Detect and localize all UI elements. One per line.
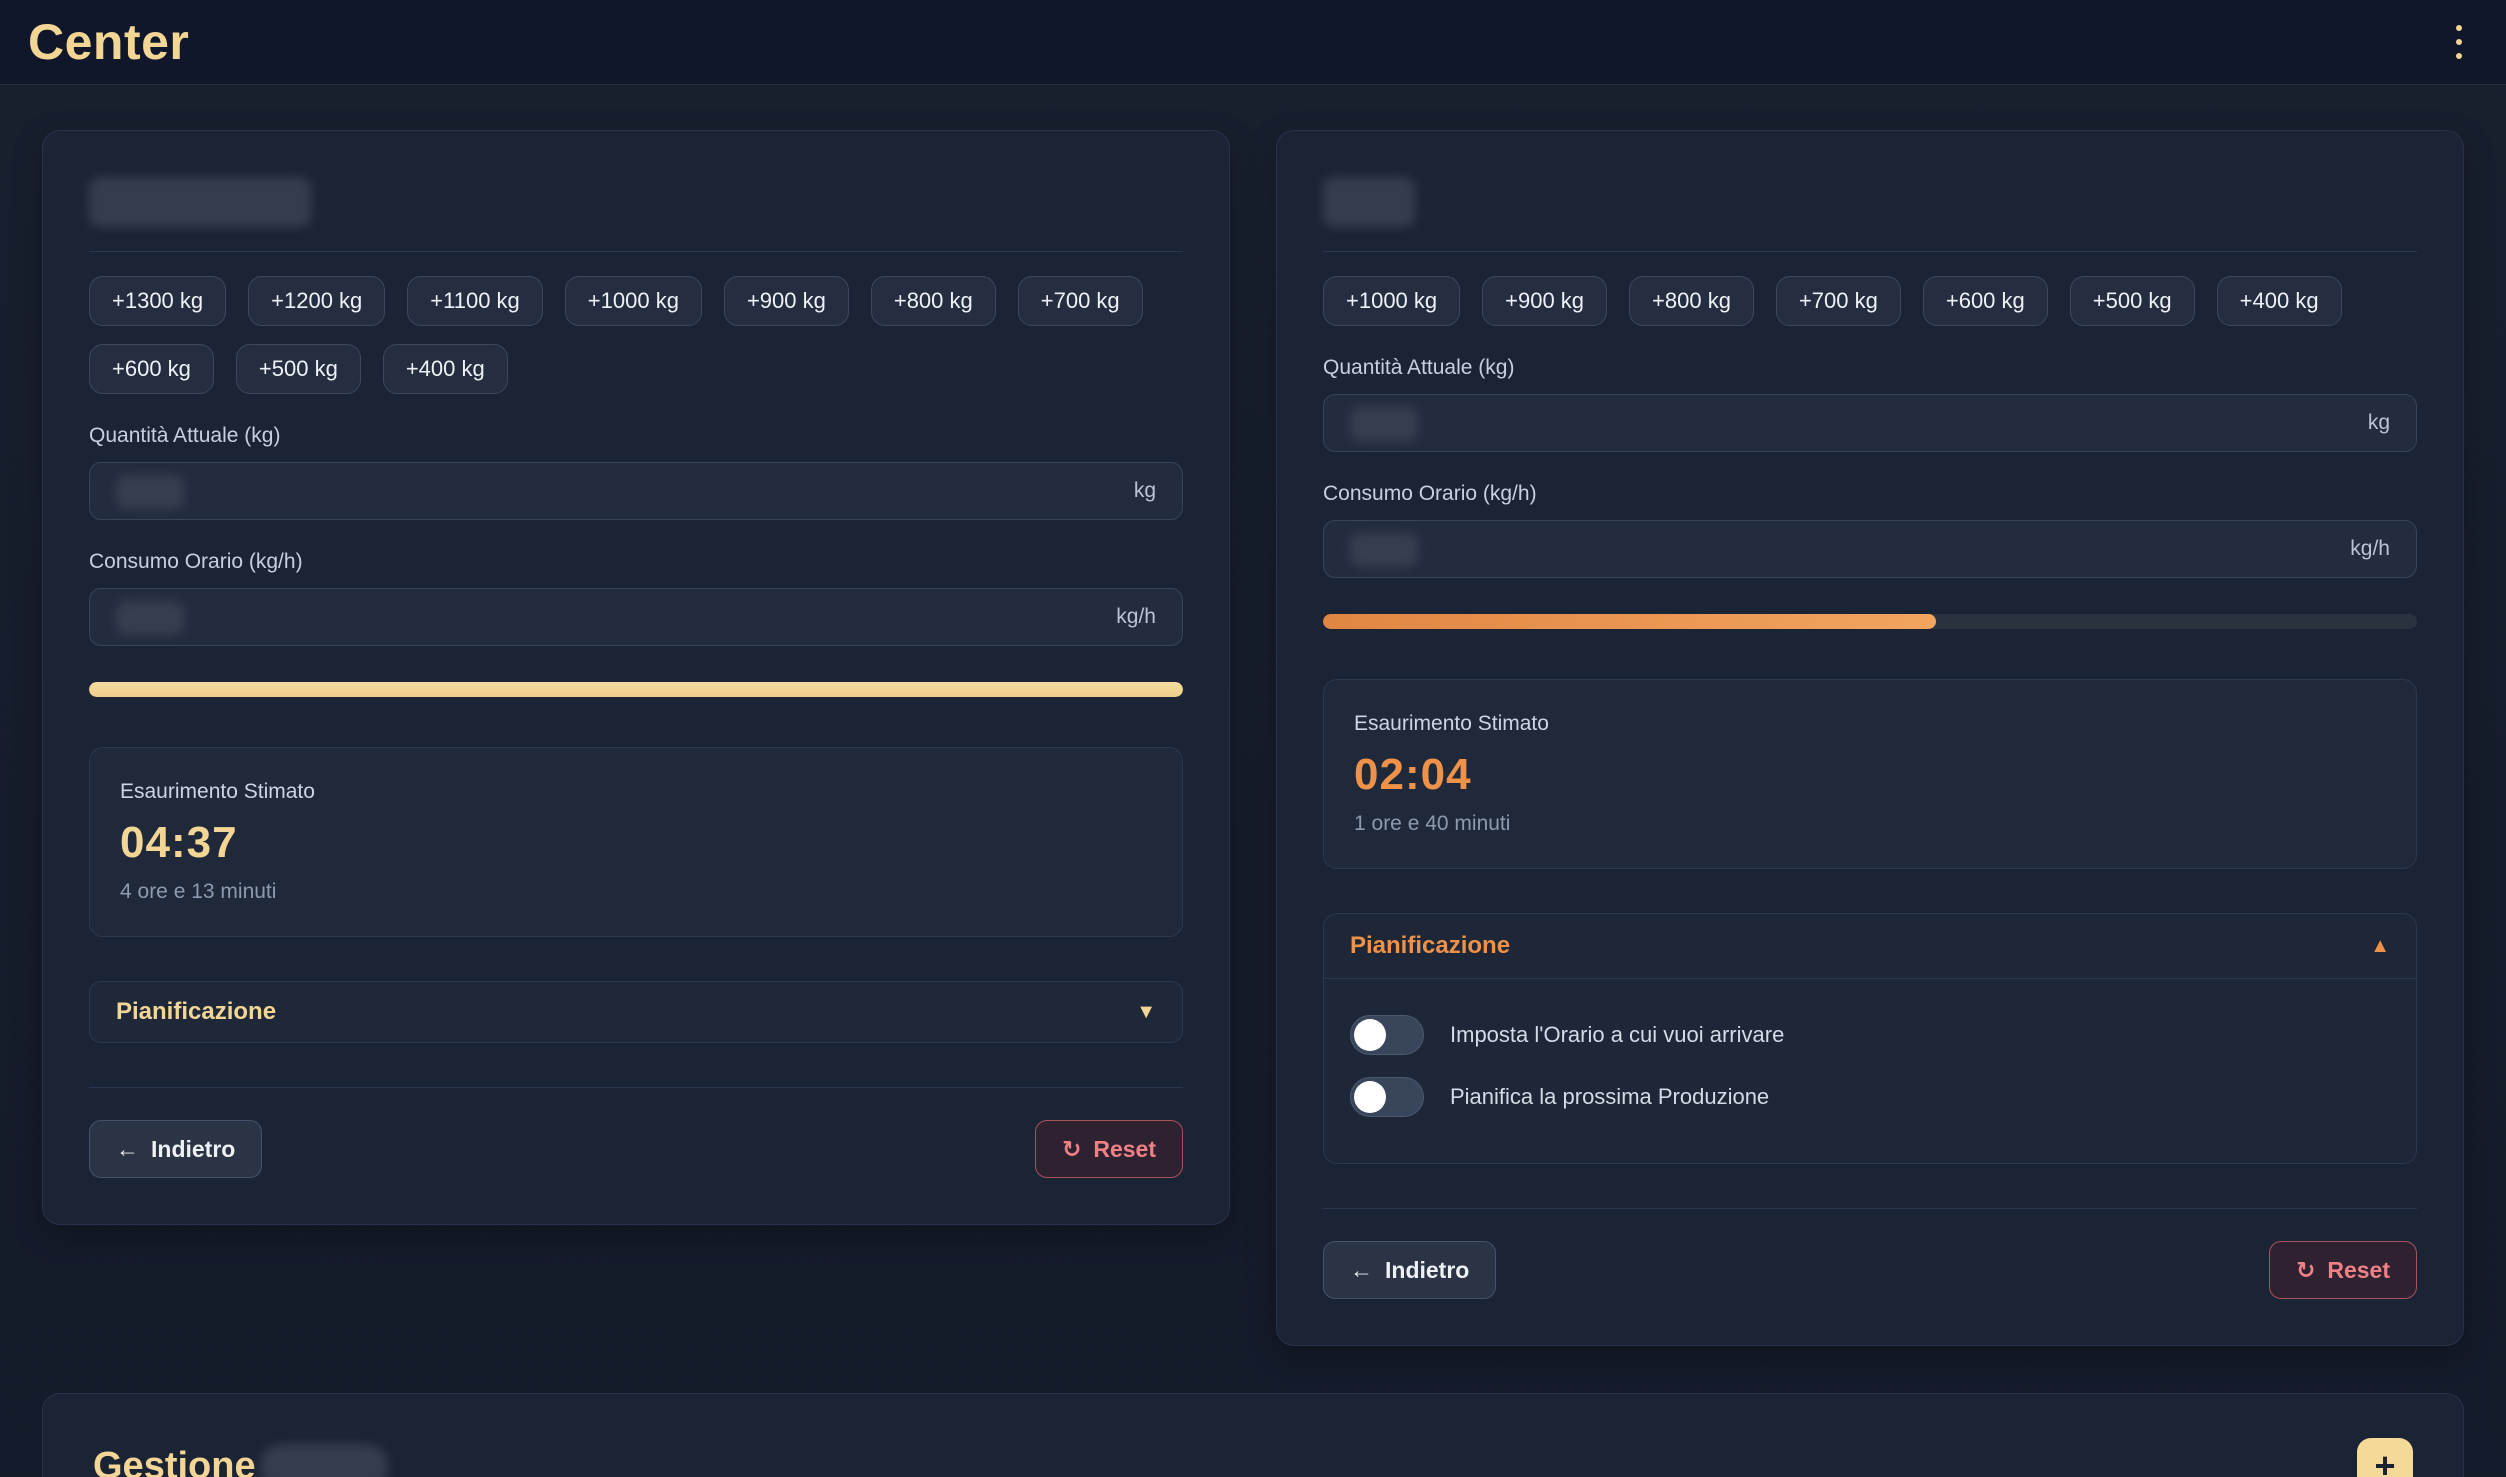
consumption-label: Consumo Orario (kg/h): [1323, 482, 2417, 506]
next-production-toggle[interactable]: [1350, 1077, 1424, 1117]
divider: [1323, 251, 2417, 252]
quick-add-button[interactable]: +700 kg: [1018, 276, 1143, 326]
quick-add-chips: +1000 kg +900 kg +800 kg +700 kg +600 kg +500…: [1323, 276, 2417, 326]
toggle-row: Imposta l'Orario a cui vuoi arrivare: [1350, 1015, 2390, 1055]
add-item-button[interactable]: +: [2357, 1438, 2413, 1477]
quick-add-button[interactable]: +400 kg: [383, 344, 508, 394]
divider: [89, 251, 1183, 252]
management-title: Gestione: [93, 1445, 256, 1477]
chevron-down-icon: ▼: [1136, 1001, 1156, 1024]
card-footer: ← Indietro ↻ Reset: [1323, 1241, 2417, 1299]
quick-add-button[interactable]: +500 kg: [236, 344, 361, 394]
depletion-duration: 1 ore e 40 minuti: [1354, 812, 2386, 836]
depletion-label: Esaurimento Stimato: [120, 780, 1152, 804]
page-title: Center: [28, 13, 189, 71]
quantity-label: Quantità Attuale (kg): [89, 424, 1183, 448]
quantity-label: Quantità Attuale (kg): [1323, 356, 2417, 380]
quantity-unit: kg: [1134, 479, 1156, 503]
back-button[interactable]: ← Indietro: [1323, 1241, 1496, 1299]
back-arrow-icon: ←: [116, 1136, 139, 1163]
reset-button[interactable]: ↻ Reset: [2269, 1241, 2417, 1299]
planning-title: Pianificazione: [116, 998, 276, 1026]
quick-add-button[interactable]: +1200 kg: [248, 276, 385, 326]
depletion-panel: Esaurimento Stimato 04:37 4 ore e 13 min…: [89, 747, 1183, 937]
redacted-card-title: [1323, 177, 1415, 227]
back-arrow-icon: ←: [1350, 1257, 1373, 1284]
quick-add-button[interactable]: +800 kg: [1629, 276, 1754, 326]
redacted-management-title-suffix: [260, 1444, 388, 1477]
depletion-time: 02:04: [1354, 750, 2386, 800]
app-header: Center: [0, 0, 2506, 85]
consumption-unit: kg/h: [2350, 537, 2390, 561]
consumption-input[interactable]: kg/h: [1323, 520, 2417, 578]
quick-add-button[interactable]: +900 kg: [1482, 276, 1607, 326]
management-header: Gestione +: [93, 1438, 2413, 1477]
consumption-label: Consumo Orario (kg/h): [89, 550, 1183, 574]
main-content: +1300 kg+1200 kg+1100 kg+1000 kg+900 kg+…: [0, 85, 2506, 1346]
quick-add-button[interactable]: +1000 kg: [565, 276, 702, 326]
quick-add-button[interactable]: +1100 kg: [407, 276, 543, 326]
planning-title: Pianificazione: [1350, 932, 1510, 960]
level-progress-fill: [89, 682, 1183, 697]
management-section: Gestione +: [42, 1393, 2464, 1477]
target-time-toggle[interactable]: [1350, 1015, 1424, 1055]
planning-accordion-collapsed[interactable]: Pianificazione ▼: [89, 981, 1183, 1043]
silo-card-left: +1300 kg +1200 kg +1100 kg +1000 kg +900 kg +…: [42, 130, 1230, 1225]
card-footer: ← Indietro ↻ Reset: [89, 1120, 1183, 1178]
back-label: Indietro: [151, 1136, 235, 1163]
reset-button[interactable]: ↻ Reset: [1035, 1120, 1183, 1178]
quick-add-button[interactable]: +1000 kg: [1323, 276, 1460, 326]
reset-label: Reset: [1093, 1136, 1156, 1163]
quantity-unit: kg: [2368, 411, 2390, 435]
depletion-duration: 4 ore e 13 minuti: [120, 880, 1152, 904]
divider: [1323, 1208, 2417, 1209]
depletion-label: Esaurimento Stimato: [1354, 712, 2386, 736]
level-progressbar: [89, 682, 1183, 697]
reset-icon: ↻: [2296, 1257, 2315, 1284]
quick-add-chips: +1300 kg +1200 kg +1100 kg +1000 kg +900 kg +…: [89, 276, 1183, 394]
chevron-up-icon: ▲: [2370, 935, 2390, 958]
planning-body: Imposta l'Orario a cui vuoi arrivare Pia…: [1324, 978, 2416, 1163]
consumption-unit: kg/h: [1116, 605, 1156, 629]
consumption-input[interactable]: kg/h: [89, 588, 1183, 646]
divider: [89, 1087, 1183, 1088]
silo-card-right: +1000 kg +900 kg +800 kg +700 kg +600 kg +500…: [1276, 130, 2464, 1346]
redacted-consumption-value: [116, 601, 184, 635]
reset-label: Reset: [2327, 1257, 2390, 1284]
planning-accordion-header[interactable]: Pianificazione ▲: [1324, 914, 2416, 978]
quick-add-button[interactable]: +600 kg: [1923, 276, 2048, 326]
toggle-knob: [1354, 1081, 1386, 1113]
quick-add-button[interactable]: +800 kg: [871, 276, 996, 326]
quantity-input[interactable]: kg: [89, 462, 1183, 520]
back-label: Indietro: [1385, 1257, 1469, 1284]
quantity-input[interactable]: kg: [1323, 394, 2417, 452]
level-progress-fill: [1323, 614, 1936, 629]
quick-add-button[interactable]: +500 kg: [2070, 276, 2195, 326]
kebab-menu-icon[interactable]: [2446, 15, 2472, 69]
redacted-consumption-value: [1350, 533, 1418, 567]
target-time-toggle-label: Imposta l'Orario a cui vuoi arrivare: [1450, 1022, 1784, 1048]
redacted-quantity-value: [1350, 407, 1418, 441]
redacted-quantity-value: [116, 475, 184, 509]
depletion-time: 04:37: [120, 818, 1152, 868]
planning-accordion-expanded: Pianificazione ▲ Imposta l'Orario a cui …: [1323, 913, 2417, 1164]
reset-icon: ↻: [1062, 1136, 1081, 1163]
quick-add-button[interactable]: +700 kg: [1776, 276, 1901, 326]
quick-add-button[interactable]: +600 kg: [89, 344, 214, 394]
quick-add-button[interactable]: +400 kg: [2217, 276, 2342, 326]
quick-add-button[interactable]: +1300 kg: [89, 276, 226, 326]
quick-add-button[interactable]: +900 kg: [724, 276, 849, 326]
redacted-card-title: [89, 177, 311, 227]
next-production-toggle-label: Pianifica la prossima Produzione: [1450, 1084, 1769, 1110]
back-button[interactable]: ← Indietro: [89, 1120, 262, 1178]
toggle-row: Pianifica la prossima Produzione: [1350, 1077, 2390, 1117]
depletion-panel: Esaurimento Stimato 02:04 1 ore e 40 min…: [1323, 679, 2417, 869]
level-progressbar: [1323, 614, 2417, 629]
toggle-knob: [1354, 1019, 1386, 1051]
